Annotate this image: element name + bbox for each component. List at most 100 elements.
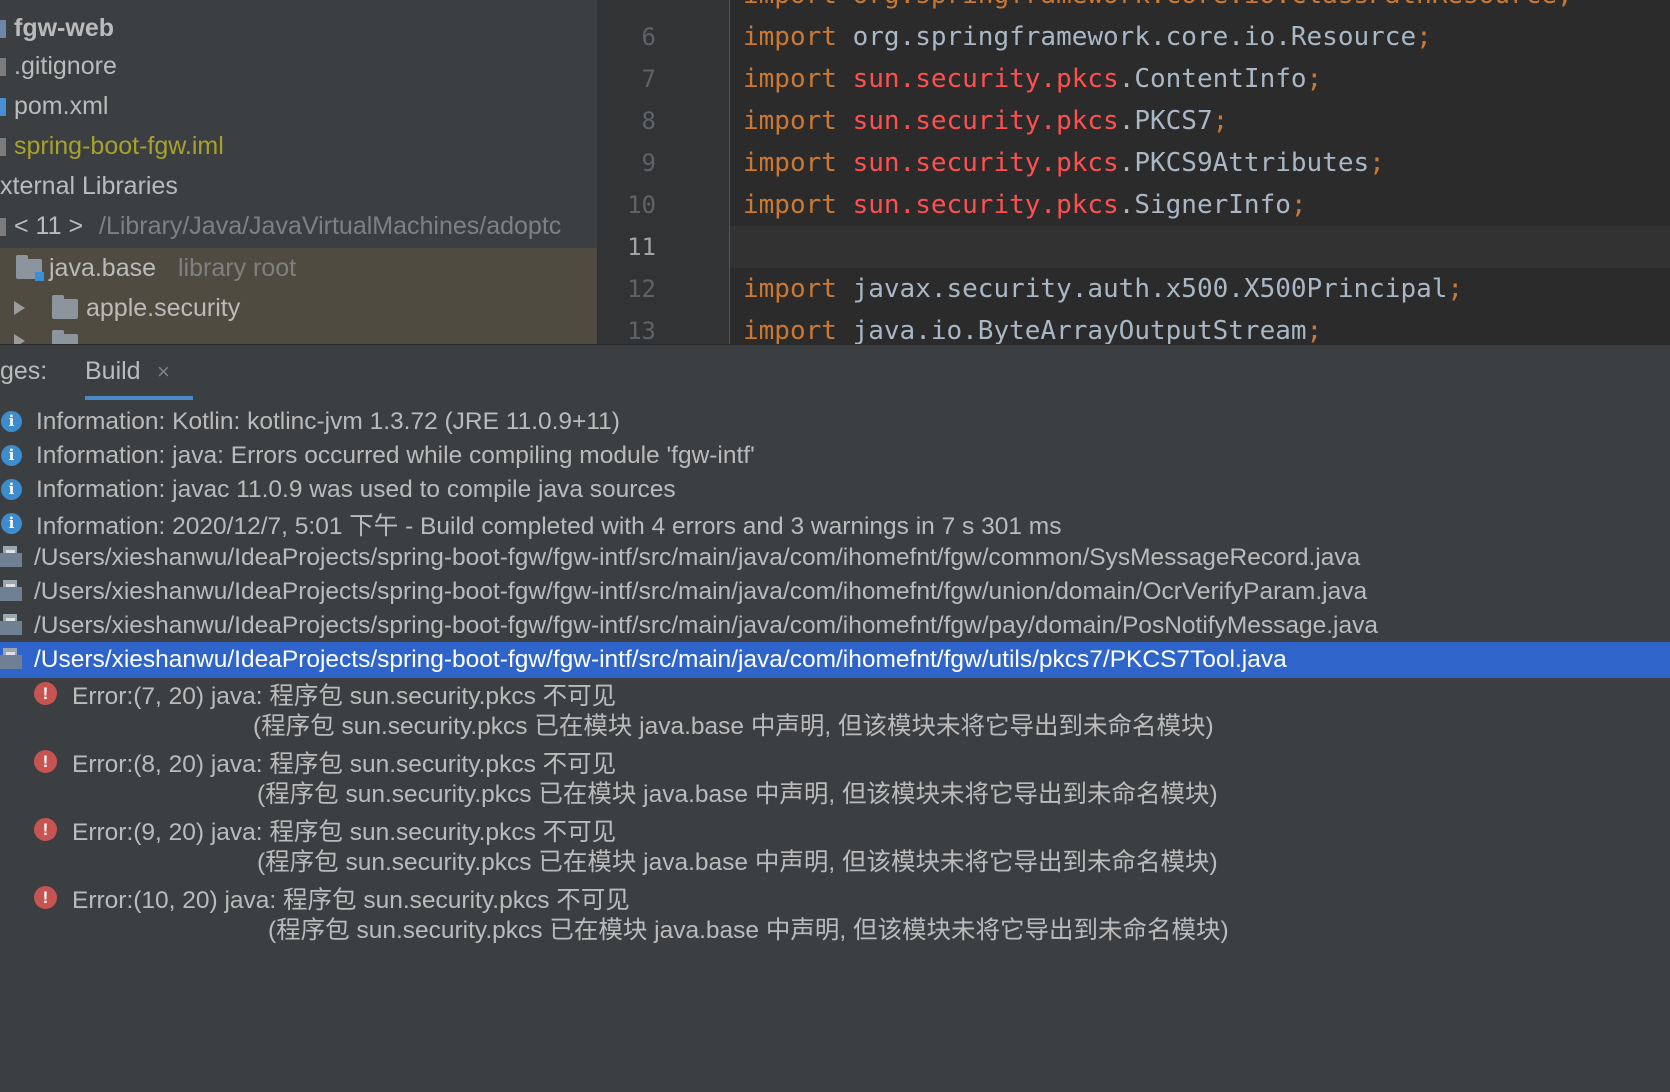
- code-line-partial: import org.springframework.core.io.Class…: [743, 0, 1573, 16]
- line-number-gutter: 6 7 8 9 10 11 12 13: [597, 0, 730, 345]
- error-icon: !: [34, 818, 57, 841]
- folder-icon: [52, 330, 78, 344]
- error-icon: !: [34, 886, 57, 909]
- tab-build[interactable]: Build ×: [85, 345, 193, 400]
- tool-window-tab-bar: ges: Build ×: [0, 344, 1670, 401]
- line-number: 9: [641, 149, 656, 177]
- file-path: /Users/xieshanwu/IdeaProjects/spring-boo…: [34, 646, 1287, 673]
- keyword: import: [743, 106, 837, 136]
- keyword: import: [743, 190, 837, 220]
- library-root-label: library root: [178, 253, 297, 282]
- line-number: 7: [641, 65, 656, 93]
- tree-item-fgw-web[interactable]: fgw-web: [0, 8, 597, 48]
- file-path: /Users/xieshanwu/IdeaProjects/spring-boo…: [34, 612, 1378, 639]
- ide-top-area: fgw-web .gitignore pom.xml spring-boot-f…: [0, 0, 1670, 345]
- tree-item-java-base[interactable]: java.base library root: [0, 248, 597, 288]
- semicolon: ;: [1306, 64, 1323, 94]
- file-icon: [0, 58, 6, 76]
- tree-item-iml[interactable]: spring-boot-fgw.iml: [0, 126, 597, 166]
- file-node[interactable]: /Users/xieshanwu/IdeaProjects/spring-boo…: [0, 540, 1670, 576]
- semicolon: ;: [1290, 190, 1307, 220]
- tree-item-label: pom.xml: [14, 91, 109, 120]
- code-line: import sun.security.pkcs.PKCS9Attributes…: [743, 142, 1385, 184]
- expand-arrow-icon[interactable]: [14, 301, 25, 315]
- line-number: 8: [641, 107, 656, 135]
- package-name: org.springframework.core.io.Resource: [852, 22, 1417, 52]
- semicolon: ;: [1447, 274, 1464, 304]
- module-icon: [0, 20, 6, 38]
- code-line: import java.io.ByteArrayOutputStream;: [743, 310, 1322, 344]
- tree-item-jdk[interactable]: < 11 > /Library/Java/JavaVirtualMachines…: [0, 206, 597, 246]
- error-detail-text: (程序包 sun.security.pkcs 已在模块 java.base 中声…: [257, 780, 1218, 808]
- file-node[interactable]: /Users/xieshanwu/IdeaProjects/spring-boo…: [0, 608, 1670, 644]
- maven-icon: [0, 98, 6, 116]
- code-line: import sun.security.pkcs.ContentInfo;: [743, 58, 1322, 100]
- java-file-icon: [0, 648, 22, 672]
- folder-icon: [52, 295, 78, 319]
- messages-label: ges:: [0, 357, 48, 385]
- folder-icon: [16, 255, 44, 281]
- tree-item-pom-xml[interactable]: pom.xml: [0, 86, 597, 126]
- tree-item-label: fgw-web: [14, 13, 114, 42]
- class-name: .ContentInfo: [1118, 64, 1307, 94]
- expand-arrow-icon: [14, 334, 25, 344]
- tab-label: Build: [85, 357, 141, 385]
- tree-item-label: .gitignore: [14, 51, 117, 80]
- java-file-icon: [0, 614, 22, 638]
- tree-item-label: spring-boot-fgw.iml: [14, 131, 224, 160]
- code-editor[interactable]: import org.springframework.core.io.Class…: [730, 0, 1670, 344]
- tree-item-label: java.base: [49, 253, 157, 282]
- file-path: /Users/xieshanwu/IdeaProjects/spring-boo…: [34, 544, 1361, 571]
- build-messages-panel[interactable]: i Information: Kotlin: kotlinc-jvm 1.3.7…: [0, 400, 1670, 1092]
- class-name: .SignerInfo: [1118, 190, 1291, 220]
- keyword: import: [743, 22, 837, 52]
- message-text: Information: 2020/12/7, 5:01 下午 - Build …: [36, 512, 1062, 540]
- error-detail: (程序包 sun.security.pkcs 已在模块 java.base 中声…: [0, 706, 1670, 742]
- error-icon: !: [34, 682, 57, 705]
- error-detail: (程序包 sun.security.pkcs 已在模块 java.base 中声…: [0, 842, 1670, 878]
- error-icon: !: [34, 750, 57, 773]
- code-line: import javax.security.auth.x500.X500Prin…: [743, 268, 1463, 310]
- line-number-current: 11: [627, 233, 656, 261]
- keyword: import: [743, 64, 837, 94]
- code-line: import sun.security.pkcs.PKCS7;: [743, 100, 1228, 142]
- code-line: import org.springframework.core.io.Resou…: [743, 16, 1432, 58]
- info-message[interactable]: i Information: java: Errors occurred whi…: [0, 438, 1670, 474]
- class-name: .PKCS7: [1118, 106, 1213, 136]
- jdk-path: /Library/Java/JavaVirtualMachines/adoptc: [99, 211, 562, 240]
- close-icon[interactable]: ×: [157, 359, 170, 385]
- info-icon: i: [1, 513, 22, 534]
- error-detail: (程序包 sun.security.pkcs 已在模块 java.base 中声…: [0, 774, 1670, 810]
- error-detail: (程序包 sun.security.pkcs 已在模块 java.base 中声…: [0, 910, 1670, 946]
- tree-item-external-libraries[interactable]: xternal Libraries: [0, 166, 597, 206]
- info-icon: i: [1, 445, 22, 466]
- tree-item-apple-security[interactable]: apple.security: [0, 288, 597, 328]
- file-node[interactable]: /Users/xieshanwu/IdeaProjects/spring-boo…: [0, 574, 1670, 610]
- file-node-selected[interactable]: /Users/xieshanwu/IdeaProjects/spring-boo…: [0, 642, 1670, 678]
- line-number: 10: [627, 191, 656, 219]
- semicolon: ;: [1306, 316, 1323, 344]
- file-icon: [0, 138, 6, 156]
- unresolved-package: sun.security.pkcs: [852, 64, 1119, 94]
- java-file-icon: [0, 546, 22, 570]
- info-message[interactable]: i Information: Kotlin: kotlinc-jvm 1.3.7…: [0, 404, 1670, 440]
- semicolon: ;: [1416, 22, 1432, 52]
- unresolved-package: sun.security.pkcs: [852, 148, 1119, 178]
- message-text: Information: java: Errors occurred while…: [36, 442, 755, 469]
- error-detail-text: (程序包 sun.security.pkcs 已在模块 java.base 中声…: [268, 916, 1229, 944]
- tree-item-label: xternal Libraries: [0, 171, 178, 200]
- current-line-highlight: [730, 226, 1670, 268]
- info-message[interactable]: i Information: 2020/12/7, 5:01 下午 - Buil…: [0, 506, 1670, 542]
- info-icon: i: [1, 479, 22, 500]
- package-name: java.io.ByteArrayOutputStream: [852, 316, 1307, 344]
- line-number: 12: [627, 275, 656, 303]
- project-tree: fgw-web .gitignore pom.xml spring-boot-f…: [0, 0, 597, 344]
- error-detail-text: (程序包 sun.security.pkcs 已在模块 java.base 中声…: [253, 712, 1214, 740]
- jdk-icon: [0, 218, 6, 236]
- unresolved-package: sun.security.pkcs: [852, 190, 1119, 220]
- info-message[interactable]: i Information: javac 11.0.9 was used to …: [0, 472, 1670, 508]
- tree-item-gitignore[interactable]: .gitignore: [0, 46, 597, 86]
- keyword: import: [743, 316, 837, 344]
- keyword: import: [743, 274, 837, 304]
- semicolon: ;: [1369, 148, 1385, 178]
